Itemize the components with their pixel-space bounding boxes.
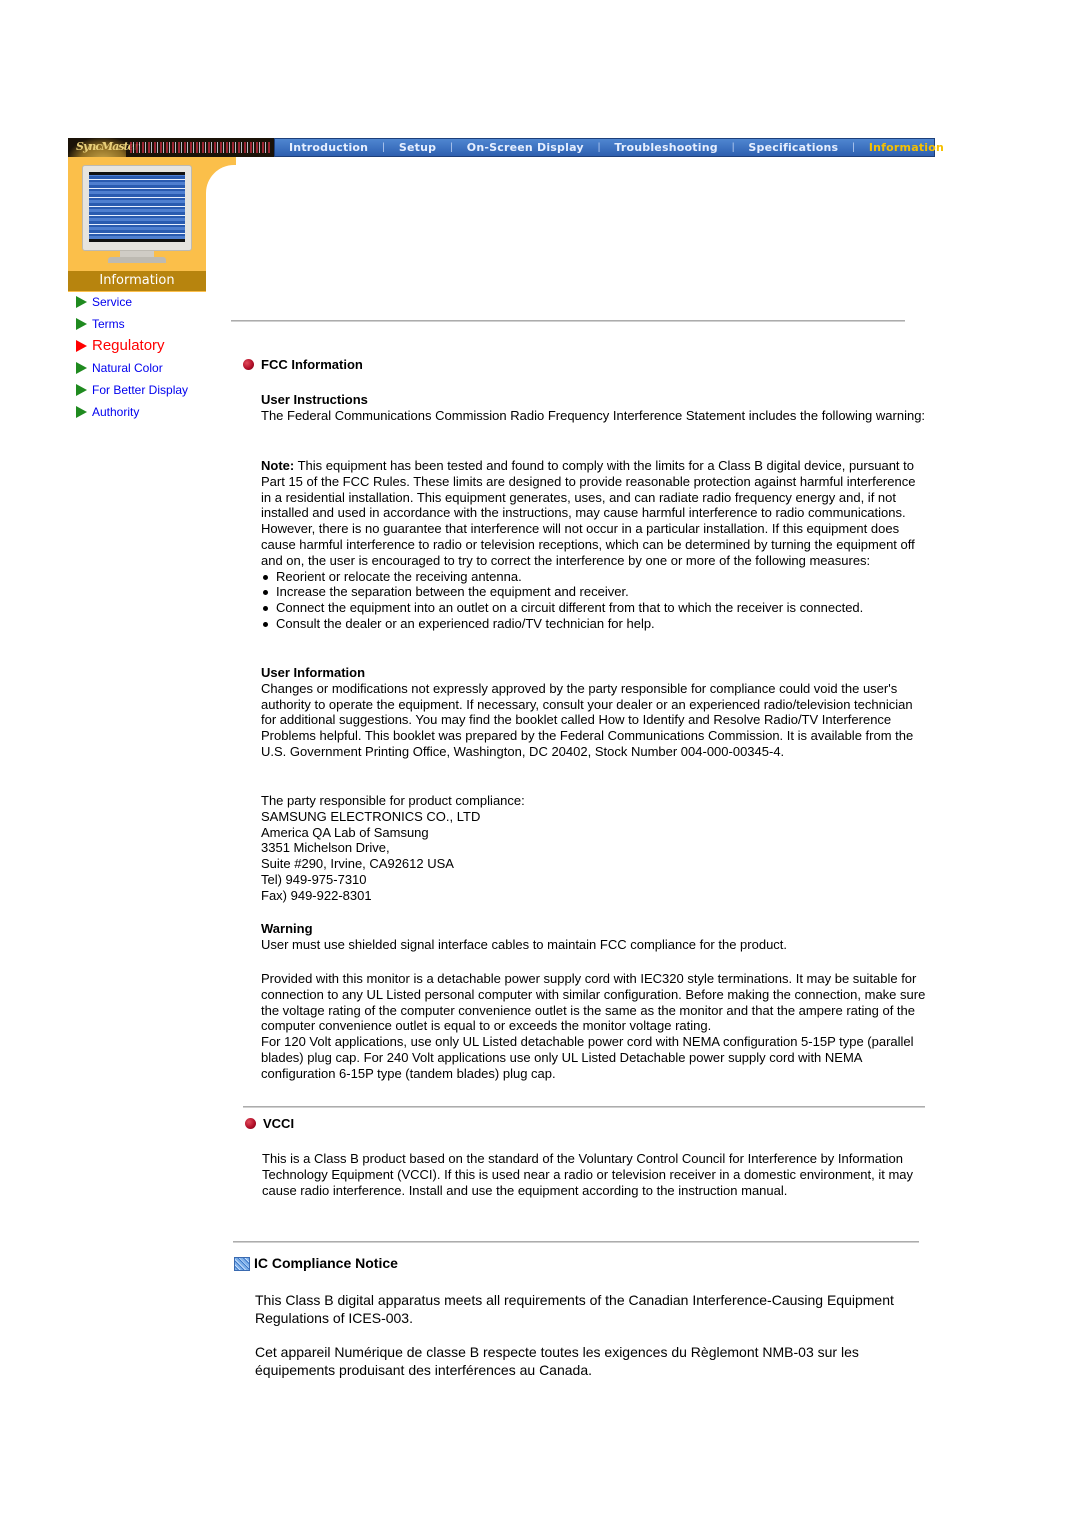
sidebar-item-natural-color[interactable]: Natural Color — [76, 361, 163, 375]
measures-list: Reorient or relocate the receiving anten… — [261, 569, 927, 632]
user-instructions: User Instructions The Federal Communicat… — [261, 392, 927, 424]
ic-title: IC Compliance Notice — [254, 1255, 398, 1271]
user-information-heading: User Information — [261, 665, 366, 680]
party-fax: Fax) 949-922-8301 — [261, 887, 372, 903]
brand-logo[interactable]: SyncMaster — [68, 138, 274, 157]
user-information-text: Changes or modifications not expressly a… — [261, 680, 914, 759]
arrow-right-icon — [76, 339, 87, 352]
nav-on-screen-display[interactable]: On-Screen Display — [453, 141, 598, 154]
power-cord-section: Provided with this monitor is a detachab… — [261, 971, 927, 1082]
party-line: Suite #290, Irvine, CA92612 USA — [261, 856, 454, 872]
sidebar-item-terms[interactable]: Terms — [76, 317, 125, 331]
logo-emblem: SyncMaster — [68, 138, 139, 157]
responsible-party: The party responsible for product compli… — [261, 793, 927, 904]
monitor-bezel — [82, 165, 192, 251]
party-line: 3351 Michelson Drive, — [261, 840, 390, 856]
sidebar-item-label: Authority — [92, 405, 140, 419]
ic-section-icon — [234, 1257, 250, 1272]
party-phone: Tel) 949-975-7310 — [261, 871, 367, 887]
nav-specifications[interactable]: Specifications — [734, 141, 852, 154]
bullet-ball-icon — [243, 359, 254, 371]
ic-section-header: IC Compliance Notice — [234, 1255, 398, 1272]
arrow-right-icon — [76, 406, 87, 418]
nav-information[interactable]: Information — [855, 141, 958, 154]
list-item: Reorient or relocate the receiving anten… — [261, 569, 927, 585]
sidebar-item-label: For Better Display — [92, 383, 189, 397]
user-instructions-heading: User Instructions — [261, 392, 368, 407]
party-line: America QA Lab of Samsung — [261, 824, 429, 840]
vcci-section: This is a Class B product based on the s… — [262, 1151, 926, 1198]
sidebar-item-label: Service — [92, 295, 133, 309]
note-paragraph: Note: This equipment has been tested and… — [261, 458, 927, 569]
arrow-right-icon — [76, 384, 87, 396]
monitor-screen — [89, 172, 185, 242]
party-intro: The party responsible for product compli… — [261, 793, 525, 808]
list-item: Connect the equipment into an outlet on … — [261, 600, 927, 616]
arrow-right-icon — [76, 296, 87, 308]
sidebar-item-label: Regulatory — [92, 337, 165, 354]
ic-french-text: Cet appareil Numérique de classe B respe… — [255, 1344, 859, 1378]
note-text: This equipment has been tested and found… — [261, 458, 916, 568]
warning-section: Warning User must use shielded signal in… — [261, 921, 927, 953]
sidebar-item-for-better-display[interactable]: For Better Display — [76, 383, 188, 397]
divider — [233, 1241, 919, 1243]
sidebar-item-service[interactable]: Service — [76, 295, 132, 309]
party-line: SAMSUNG ELECTRONICS CO., LTD — [261, 808, 481, 824]
list-item: Increase the separation between the equi… — [261, 584, 927, 600]
vcci-text: This is a Class B product based on the s… — [262, 1151, 914, 1198]
monitor-base — [108, 257, 166, 263]
ic-text-en: This Class B digital apparatus meets all… — [255, 1292, 935, 1327]
nav-troubleshooting[interactable]: Troubleshooting — [600, 141, 731, 154]
power-cord-text: Provided with this monitor is a detachab… — [261, 971, 926, 1034]
user-instructions-text: The Federal Communications Commission Ra… — [261, 407, 926, 423]
sidebar-item-label: Terms — [92, 317, 125, 331]
ic-english-text: This Class B digital apparatus meets all… — [255, 1292, 894, 1326]
nav-introduction[interactable]: Introduction — [275, 141, 382, 154]
power-cord-nema-text: For 120 Volt applications, use only UL L… — [261, 1034, 914, 1081]
fcc-section-header: FCC Information — [243, 356, 363, 374]
arrow-right-icon — [76, 362, 87, 374]
fcc-title: FCC Information — [261, 357, 363, 372]
sidebar-item-regulatory[interactable]: Regulatory — [76, 337, 165, 354]
note-label: Note: — [261, 458, 295, 473]
user-information: User Information Changes or modification… — [261, 665, 927, 760]
divider — [243, 1106, 925, 1108]
logo-banner — [130, 142, 270, 153]
section-label: Information — [68, 271, 206, 291]
sidebar-item-label: Natural Color — [92, 361, 163, 375]
divider — [231, 320, 905, 322]
fcc-note: Note: This equipment has been tested and… — [261, 458, 927, 632]
top-nav: Introduction | Setup | On-Screen Display… — [274, 138, 944, 157]
panel-curve — [206, 157, 266, 305]
nav-setup[interactable]: Setup — [385, 141, 450, 154]
vcci-title: VCCI — [263, 1116, 295, 1131]
sidebar-item-authority[interactable]: Authority — [76, 405, 139, 419]
arrow-right-icon — [76, 318, 87, 330]
warning-heading: Warning — [261, 921, 313, 936]
ic-text-fr: Cet appareil Numérique de classe B respe… — [255, 1344, 935, 1379]
warning-text: User must use shielded signal interface … — [261, 936, 788, 952]
list-item: Consult the dealer or an experienced rad… — [261, 616, 927, 632]
bullet-ball-icon — [245, 1118, 256, 1130]
monitor-icon — [82, 165, 192, 265]
vcci-section-header: VCCI — [245, 1115, 294, 1133]
